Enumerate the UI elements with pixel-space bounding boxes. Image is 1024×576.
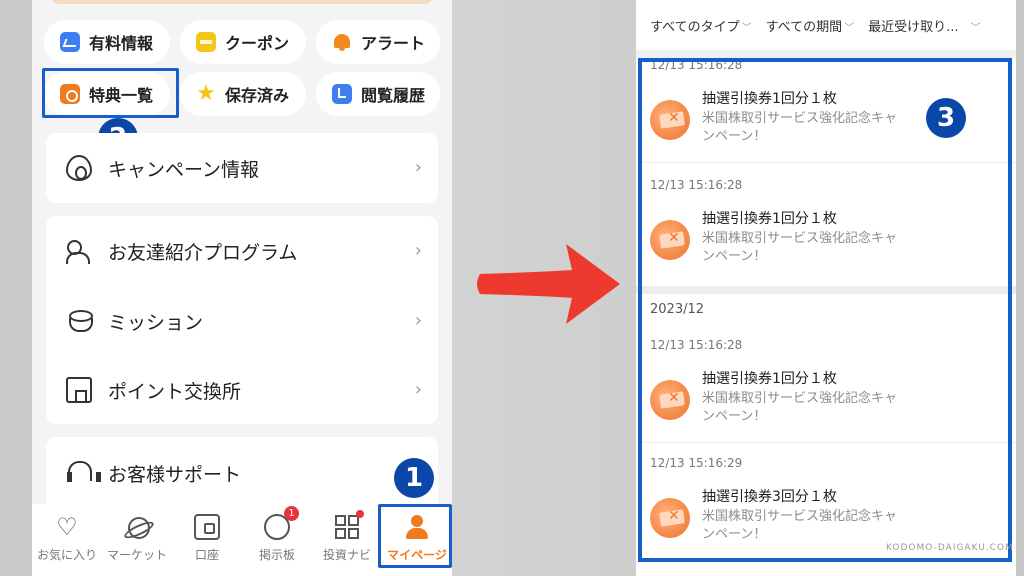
chip-label: クーポン — [225, 34, 290, 53]
notification-badge: 1 — [284, 506, 299, 521]
filter-sort-label: 最近受け取り... — [868, 19, 959, 35]
chevron-right-icon: › — [414, 310, 422, 331]
top-banner — [50, 0, 434, 4]
step-3-badge: 3 — [926, 98, 966, 138]
chip-label: 有料情報 — [89, 34, 154, 53]
chevron-down-icon: ﹀ — [844, 22, 855, 34]
chevron-right-icon: › — [414, 240, 422, 261]
coupon-icon — [196, 32, 216, 52]
headset-icon — [66, 460, 101, 486]
highlight-benefits — [42, 68, 179, 118]
nav-favorites[interactable]: ♡ お気に入り — [32, 504, 102, 576]
chevron-down-icon: ﹀ — [970, 22, 981, 34]
menu-label: キャンペーン情報 — [108, 158, 260, 181]
menu-label: お友達紹介プログラム — [108, 241, 298, 264]
notification-dot — [356, 510, 364, 518]
nav-invest-navi[interactable]: 投資ナビ — [312, 504, 382, 576]
chevron-down-icon: ﹀ — [741, 22, 752, 34]
watermark: KODOMO-DAIGAKU.COM — [886, 543, 1014, 553]
filter-period[interactable]: すべての期間 ﹀ — [766, 16, 855, 35]
history-icon — [332, 84, 352, 104]
menu-campaign[interactable]: キャンペーン情報 › — [46, 145, 438, 191]
chip-alert[interactable]: アラート — [316, 20, 440, 64]
chip-label: アラート — [361, 34, 426, 53]
programs-card: お友達紹介プログラム › ミッション › ポイント交換所 › — [46, 216, 438, 424]
menu-referral[interactable]: お友達紹介プログラム › — [46, 228, 438, 274]
flame-icon — [66, 155, 92, 181]
chip-coupon[interactable]: クーポン — [180, 20, 306, 64]
chevron-right-icon: › — [414, 379, 422, 400]
step-1-badge: 1 — [394, 458, 434, 498]
menu-label: ポイント交換所 — [108, 380, 242, 403]
campaign-card: キャンペーン情報 › — [46, 133, 438, 203]
chart-icon — [60, 32, 80, 52]
chip-saved[interactable]: ★ 保存済み — [180, 72, 306, 116]
heart-icon: ♡ — [56, 513, 78, 541]
menu-support[interactable]: お客様サポート — [46, 450, 438, 496]
nav-label: お気に入り — [36, 548, 97, 562]
left-phone-screen: 有料情報 クーポン アラート 特典一覧 ★ 保存済み 閲覧履歴 2 キャンペーン… — [32, 0, 452, 576]
menu-label: お客様サポート — [108, 463, 242, 486]
chip-paid-info[interactable]: 有料情報 — [44, 20, 170, 64]
nav-market[interactable]: マーケット — [102, 504, 172, 576]
planet-icon — [124, 514, 150, 540]
star-icon: ★ — [196, 81, 216, 106]
nav-label: 口座 — [194, 548, 219, 562]
filter-bar: すべてのタイプ ﹀ すべての期間 ﹀ 最近受け取り... ﹀ — [636, 0, 1016, 50]
filter-period-label: すべての期間 — [765, 19, 843, 35]
red-arrow-icon — [477, 244, 620, 324]
shop-icon — [66, 377, 92, 403]
chip-history[interactable]: 閲覧履歴 — [316, 72, 440, 116]
filter-type[interactable]: すべてのタイプ ﹀ — [650, 16, 752, 35]
nav-account[interactable]: 口座 — [172, 504, 242, 576]
menu-points-exchange[interactable]: ポイント交換所 › — [46, 367, 438, 413]
chip-label: 閲覧履歴 — [361, 86, 426, 105]
highlight-mypage — [378, 504, 452, 568]
nav-label: 掲示板 — [258, 548, 295, 562]
bell-icon — [332, 32, 352, 52]
grid-icon — [335, 515, 359, 539]
filter-type-label: すべてのタイプ — [650, 19, 740, 35]
filter-sort[interactable]: 最近受け取り... ﹀ — [868, 16, 980, 35]
menu-label: ミッション — [108, 311, 204, 334]
nav-label: 投資ナビ — [322, 548, 371, 562]
nav-label: マーケット — [106, 548, 167, 562]
coins-icon — [66, 308, 93, 334]
wallet-icon — [194, 514, 220, 540]
menu-mission[interactable]: ミッション › — [46, 298, 438, 344]
nav-board[interactable]: 1 掲示板 — [242, 504, 312, 576]
chip-label: 保存済み — [225, 86, 290, 105]
chevron-right-icon: › — [414, 157, 422, 178]
friends-icon — [66, 238, 92, 264]
